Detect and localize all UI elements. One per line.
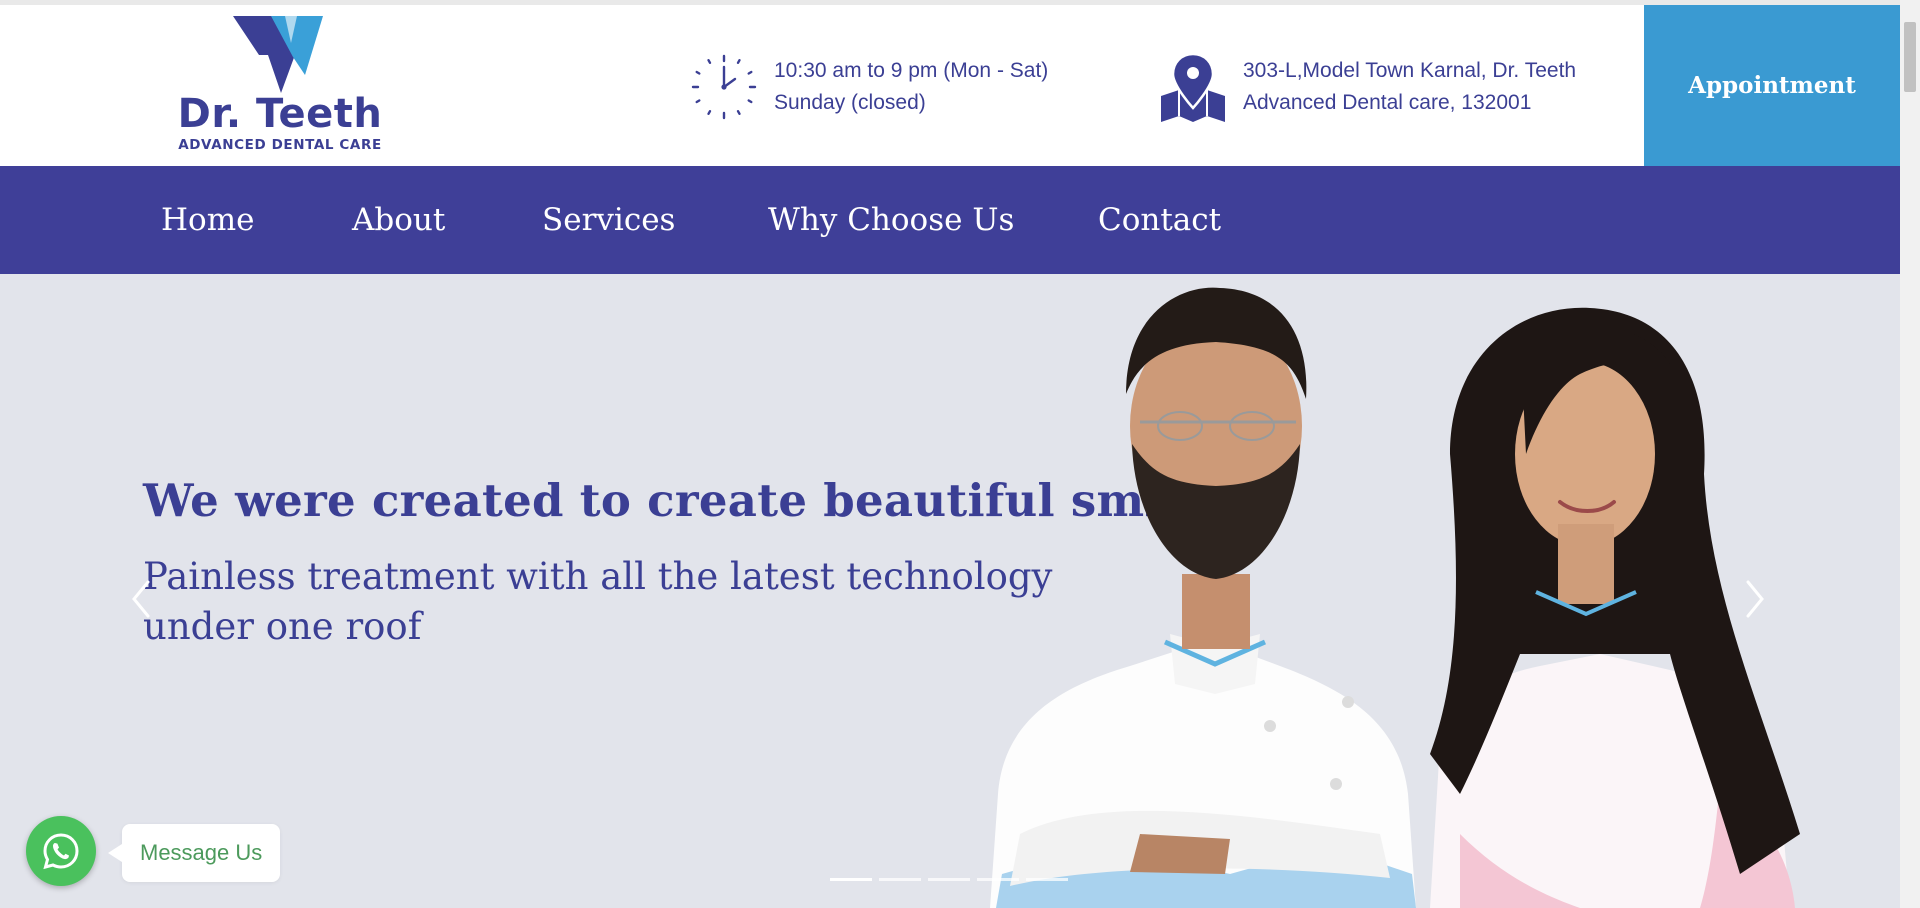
- site-header: Dr. Teeth ADVANCED DENTAL CARE 10:30 am …: [0, 5, 1900, 166]
- nav-item-contact[interactable]: Contact: [1098, 166, 1221, 274]
- hours-weekdays: 10:30 am to 9 pm (Mon - Sat): [774, 59, 1049, 82]
- whatsapp-button[interactable]: [26, 816, 96, 886]
- scrollbar-thumb[interactable]: [1904, 22, 1916, 92]
- message-us-bubble[interactable]: Message Us: [107, 824, 281, 882]
- slider-dot-3[interactable]: [928, 878, 970, 881]
- nav-item-home[interactable]: Home: [161, 166, 254, 274]
- tooth-logo-icon: [233, 16, 323, 93]
- slider-dot-2[interactable]: [879, 878, 921, 881]
- female-doctor-figure: [1430, 307, 1800, 908]
- logo-tagline: ADVANCED DENTAL CARE: [178, 137, 382, 153]
- hero-slider: We were created to create beautiful smil…: [0, 274, 1900, 908]
- appointment-button[interactable]: Appointment: [1644, 5, 1900, 166]
- page-scrollbar[interactable]: [1900, 0, 1920, 908]
- nav-item-why-choose-us[interactable]: Why Choose Us: [768, 166, 1014, 274]
- main-navigation: Home About Services Why Choose Us Contac…: [0, 166, 1900, 274]
- doctors-photo: [990, 287, 1800, 908]
- hero-subtitle: Painless treatment with all the latest t…: [143, 555, 1053, 648]
- nav-item-services[interactable]: Services: [542, 166, 675, 274]
- address-text: 303-L,Model Town Karnal, Dr. Teeth Advan…: [1243, 55, 1576, 119]
- whatsapp-icon: [43, 833, 79, 870]
- address-line-1: 303-L,Model Town Karnal, Dr. Teeth: [1243, 59, 1577, 82]
- slider-dot-4[interactable]: [977, 878, 1019, 881]
- logo-name: Dr. Teeth: [177, 91, 383, 137]
- chevron-left-icon[interactable]: [126, 574, 156, 624]
- slider-dot-1[interactable]: [830, 878, 872, 881]
- opening-hours: 10:30 am to 9 pm (Mon - Sat) Sunday (clo…: [688, 50, 1048, 124]
- map-pin-icon: [1161, 52, 1225, 122]
- nav-item-about[interactable]: About: [352, 166, 445, 274]
- address-line-2: Advanced Dental care, 132001: [1243, 91, 1532, 114]
- site-logo[interactable]: Dr. Teeth ADVANCED DENTAL CARE: [170, 13, 390, 158]
- male-doctor-figure: [990, 287, 1416, 908]
- slider-dot-5[interactable]: [1026, 878, 1068, 881]
- slider-pagination: [830, 878, 1068, 881]
- clinic-address: 303-L,Model Town Karnal, Dr. Teeth Advan…: [1157, 50, 1576, 124]
- hours-sunday: Sunday (closed): [774, 91, 926, 114]
- clock-icon: [691, 54, 757, 120]
- hours-text: 10:30 am to 9 pm (Mon - Sat) Sunday (clo…: [774, 55, 1048, 119]
